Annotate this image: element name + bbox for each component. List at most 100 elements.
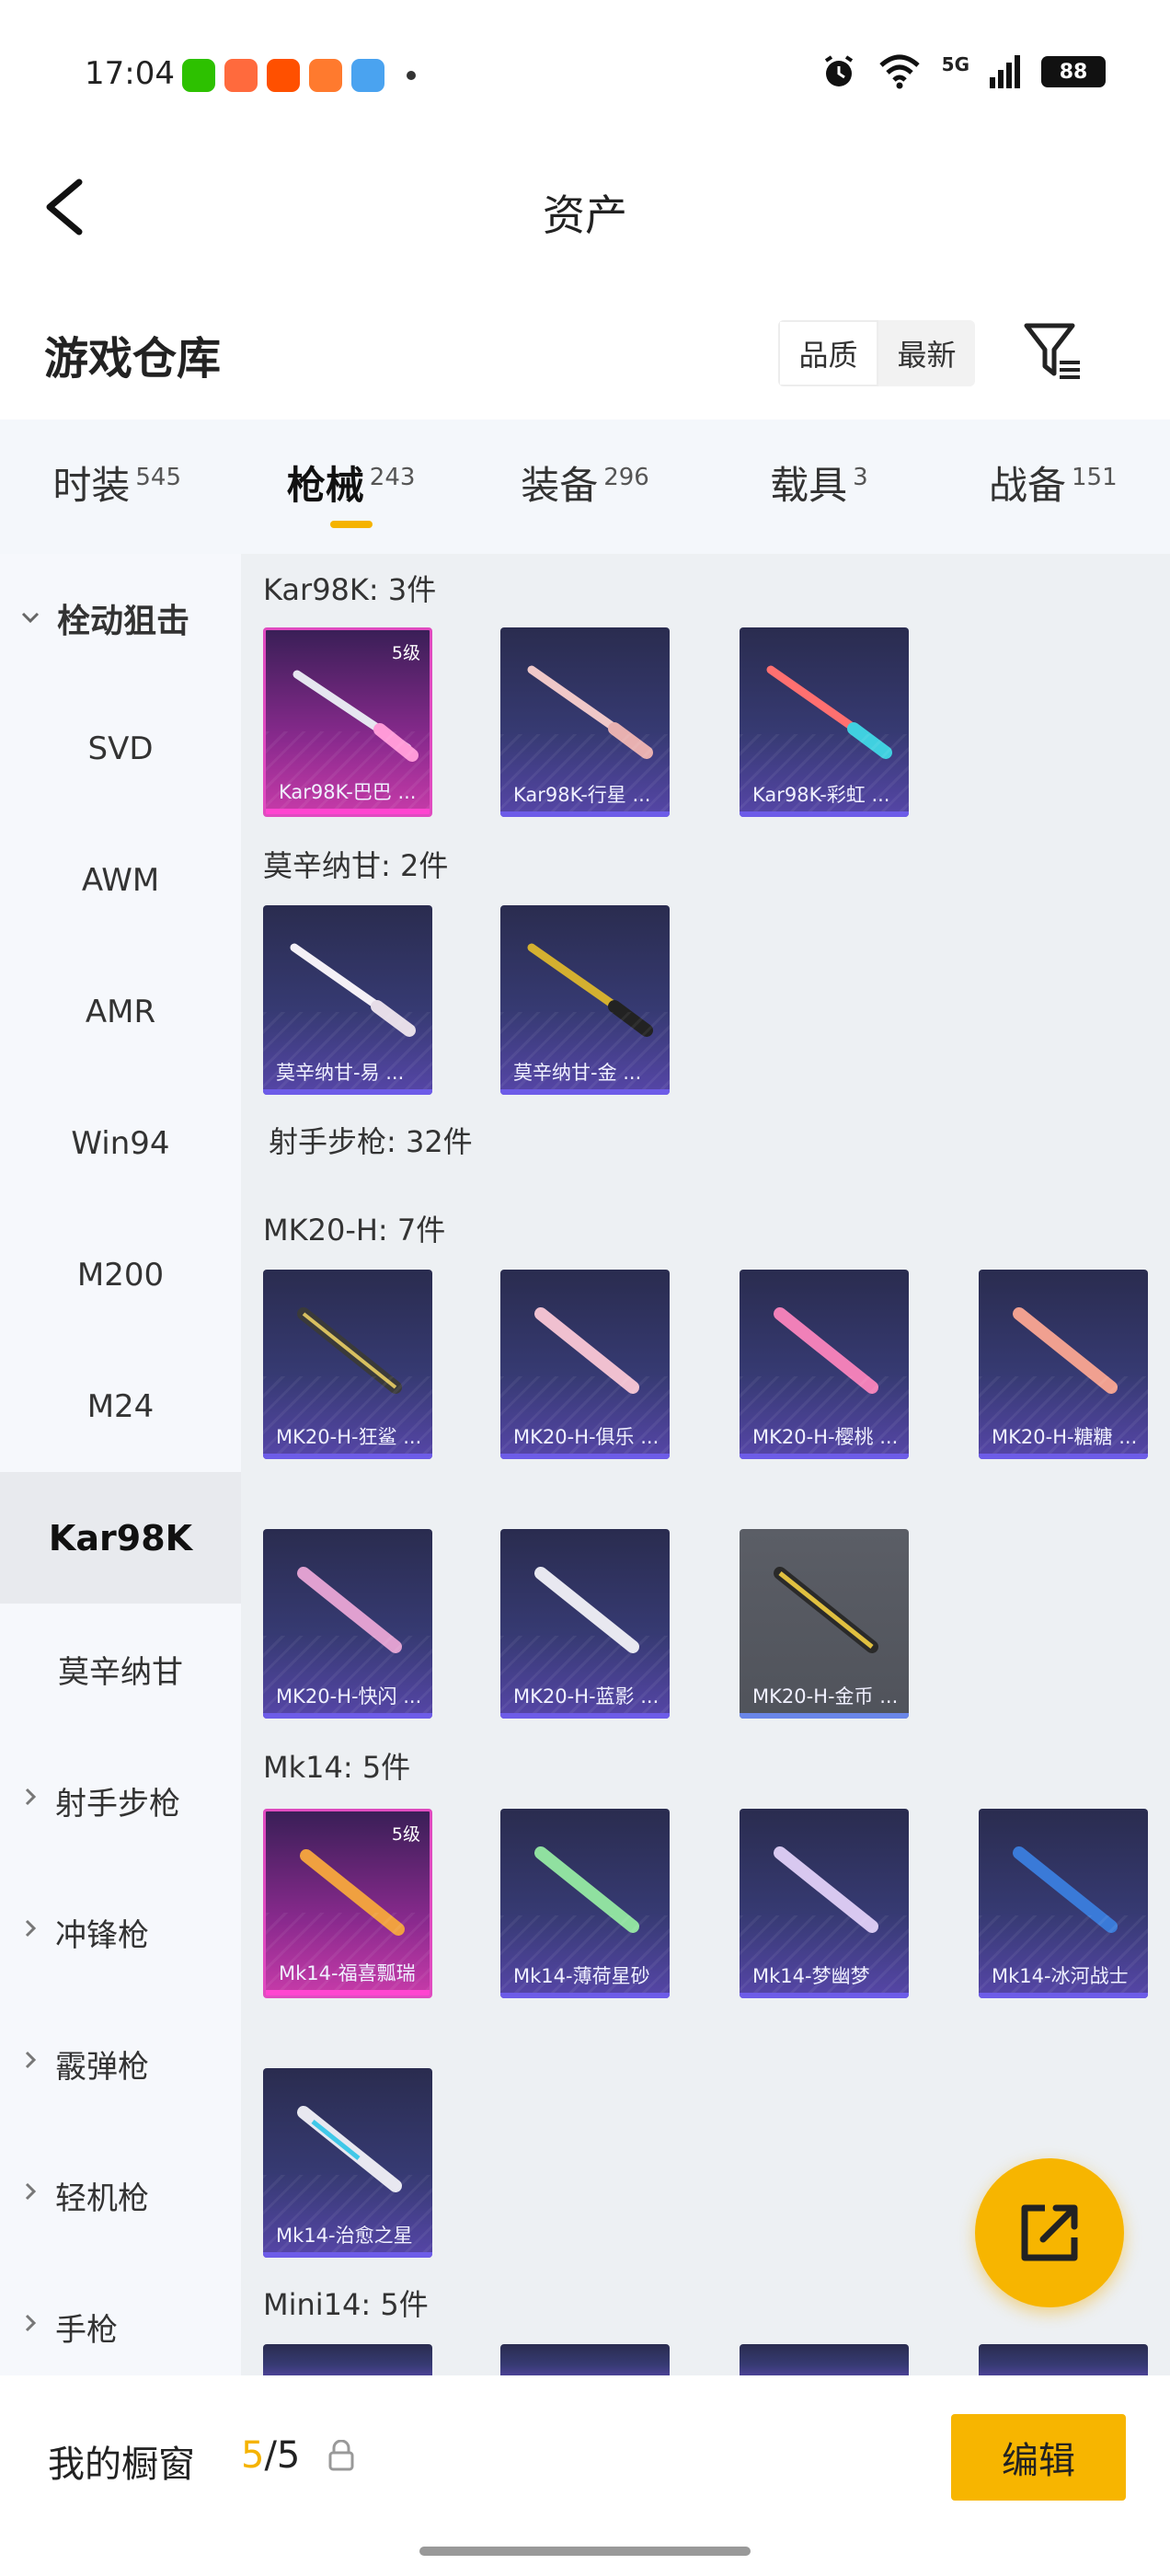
tab-count: 151 bbox=[1072, 464, 1118, 491]
item-card[interactable]: MK20-H-狂鲨 ... bbox=[263, 1270, 432, 1459]
item-name: MK20-H-蓝影 ... bbox=[513, 1685, 660, 1708]
tab-vehicles[interactable]: 载具 3 bbox=[702, 420, 935, 554]
tab-count: 3 bbox=[853, 464, 868, 491]
item-card[interactable]: Kar98K-行星 ... bbox=[500, 627, 670, 817]
chevron-down-icon bbox=[21, 612, 40, 624]
item-card[interactable] bbox=[500, 2344, 670, 2375]
item-card[interactable]: 莫辛纳甘-金 ... bbox=[500, 905, 670, 1095]
sort-quality-button[interactable]: 品质 bbox=[778, 320, 878, 386]
sidebar-item-m200[interactable]: M200 bbox=[0, 1209, 241, 1340]
item-name: MK20-H-俱乐 ... bbox=[513, 1426, 660, 1448]
item-card[interactable] bbox=[979, 2344, 1148, 2375]
page-title: 资产 bbox=[543, 190, 627, 240]
item-name: MK20-H-樱桃 ... bbox=[752, 1426, 899, 1448]
sidebar-group-bolt-action[interactable]: 栓动狙击 bbox=[0, 554, 241, 683]
chevron-right-icon bbox=[25, 2051, 37, 2069]
chevron-right-icon bbox=[25, 1788, 37, 1806]
sort-newest-button[interactable]: 最新 bbox=[878, 320, 975, 386]
tab-label: 枪械 bbox=[286, 463, 364, 508]
section-title-kar98k: Kar98K: 3件 bbox=[263, 572, 437, 607]
section-title-mk14: Mk14: 5件 bbox=[263, 1750, 411, 1785]
sidebar-group-label: 射手步枪 bbox=[55, 1786, 180, 1823]
tab-supplies[interactable]: 战备 151 bbox=[936, 420, 1170, 554]
showcase-count-total: /5 bbox=[264, 2434, 301, 2477]
rifle-icon bbox=[774, 1567, 878, 1653]
tab-label: 战备 bbox=[989, 463, 1067, 508]
item-card[interactable]: Mk14-冰河战士 bbox=[979, 1809, 1148, 1998]
item-name: Kar98K-彩虹 ... bbox=[752, 784, 890, 806]
network-type: 5G bbox=[941, 53, 969, 75]
chevron-right-icon bbox=[25, 1919, 37, 1938]
more-dot-icon bbox=[407, 71, 416, 80]
item-card[interactable]: Mk14-薄荷星砂 bbox=[500, 1809, 670, 1998]
sidebar-group-smg[interactable]: 冲锋枪 bbox=[0, 1867, 241, 1998]
item-card[interactable]: Kar98K-彩虹 ... bbox=[740, 627, 909, 817]
taobao-icon bbox=[267, 59, 300, 92]
tab-label: 载具 bbox=[770, 463, 848, 508]
item-card[interactable]: MK20-H-蓝影 ... bbox=[500, 1529, 670, 1719]
wechat-icon bbox=[182, 59, 215, 92]
tab-outfits[interactable]: 时装 545 bbox=[0, 420, 234, 554]
sidebar-group-dmr[interactable]: 射手步枪 bbox=[0, 1735, 241, 1867]
sidebar-item-win94[interactable]: Win94 bbox=[0, 1077, 241, 1209]
item-name: Mk14-冰河战士 bbox=[992, 1965, 1129, 1987]
section-title-mk20: MK20-H: 7件 bbox=[263, 1213, 446, 1248]
chevron-right-icon bbox=[25, 2182, 37, 2201]
tab-label: 时装 bbox=[52, 463, 131, 508]
category-tabs: 时装 545 枪械 243 装备 296 载具 3 战备 151 bbox=[0, 420, 1170, 554]
item-name: MK20-H-狂鲨 ... bbox=[276, 1426, 422, 1448]
sidebar-item-m24[interactable]: M24 bbox=[0, 1340, 241, 1472]
item-card[interactable]: 5级 Kar98K-巴巴 ... bbox=[263, 627, 432, 817]
sidebar-item-awm[interactable]: AWM bbox=[0, 814, 241, 946]
tab-equipment[interactable]: 装备 296 bbox=[468, 420, 702, 554]
status-bar: 17:04 5G 88 bbox=[0, 0, 1170, 147]
item-name: Kar98K-行星 ... bbox=[513, 784, 651, 806]
item-card[interactable] bbox=[740, 2344, 909, 2375]
sidebar-group-lmg[interactable]: 轻机枪 bbox=[0, 2130, 241, 2261]
warehouse-title: 游戏仓库 bbox=[44, 333, 222, 385]
item-name: MK20-H-快闪 ... bbox=[276, 1685, 422, 1708]
item-name: 莫辛纳甘-金 ... bbox=[513, 1062, 642, 1084]
item-card[interactable]: MK20-H-金币 ... bbox=[740, 1529, 909, 1719]
chevron-right-icon bbox=[25, 2314, 37, 2332]
tab-guns[interactable]: 枪械 243 bbox=[234, 420, 467, 554]
item-card[interactable]: Mk14-梦幽梦 bbox=[740, 1809, 909, 1998]
sidebar-group-pistol[interactable]: 手枪 bbox=[0, 2261, 241, 2393]
item-card[interactable]: MK20-H-樱桃 ... bbox=[740, 1270, 909, 1459]
warehouse-bar: 游戏仓库 品质 最新 bbox=[0, 294, 1170, 414]
sidebar-group-label: 轻机枪 bbox=[55, 2180, 149, 2217]
sidebar-group-label: 霰弹枪 bbox=[55, 2049, 149, 2086]
game-icon bbox=[224, 59, 258, 92]
item-card[interactable] bbox=[263, 2344, 432, 2375]
item-card[interactable]: MK20-H-糖糖 ... bbox=[979, 1270, 1148, 1459]
battery-level: 88 bbox=[1059, 60, 1088, 84]
item-card[interactable]: 5级 Mk14-福喜瓢瑞 bbox=[263, 1809, 432, 1998]
showcase-count: 5/5 bbox=[241, 2434, 300, 2477]
showcase-count-current: 5 bbox=[241, 2434, 265, 2477]
weapon-category-sidebar: 栓动狙击 SVD AWM AMR Win94 M200 M24 Kar98K 莫… bbox=[0, 554, 241, 2375]
sidebar-group-shotgun[interactable]: 霰弹枪 bbox=[0, 1998, 241, 2130]
item-name: Mk14-治愈之星 bbox=[276, 2225, 413, 2247]
edit-button[interactable]: 编辑 bbox=[951, 2414, 1126, 2501]
item-name: Mk14-福喜瓢瑞 bbox=[279, 1962, 416, 1984]
sidebar-group-label: 冲锋枪 bbox=[55, 1917, 149, 1954]
item-name: 莫辛纳甘-易 ... bbox=[276, 1062, 405, 1084]
item-card[interactable]: 莫辛纳甘-易 ... bbox=[263, 905, 432, 1095]
filter-icon[interactable] bbox=[1023, 318, 1082, 385]
item-card[interactable]: Mk14-治愈之星 bbox=[263, 2068, 432, 2258]
signal-icon bbox=[990, 55, 1020, 88]
sidebar-item-kar98k[interactable]: Kar98K bbox=[0, 1472, 241, 1604]
home-indicator[interactable] bbox=[419, 2547, 751, 2556]
sidebar-item-mosin[interactable]: 莫辛纳甘 bbox=[0, 1604, 241, 1735]
sidebar-group-label: 栓动狙击 bbox=[57, 603, 190, 640]
sort-toggle: 品质 最新 bbox=[778, 320, 975, 386]
lock-icon bbox=[328, 2440, 354, 2471]
share-button[interactable] bbox=[975, 2158, 1124, 2307]
page-header: 资产 bbox=[0, 147, 1170, 267]
sidebar-item-amr[interactable]: AMR bbox=[0, 946, 241, 1077]
item-name: MK20-H-糖糖 ... bbox=[992, 1426, 1138, 1448]
item-card[interactable]: MK20-H-俱乐 ... bbox=[500, 1270, 670, 1459]
tab-active-indicator bbox=[329, 521, 373, 528]
item-card[interactable]: MK20-H-快闪 ... bbox=[263, 1529, 432, 1719]
sidebar-item-svd[interactable]: SVD bbox=[0, 683, 241, 814]
